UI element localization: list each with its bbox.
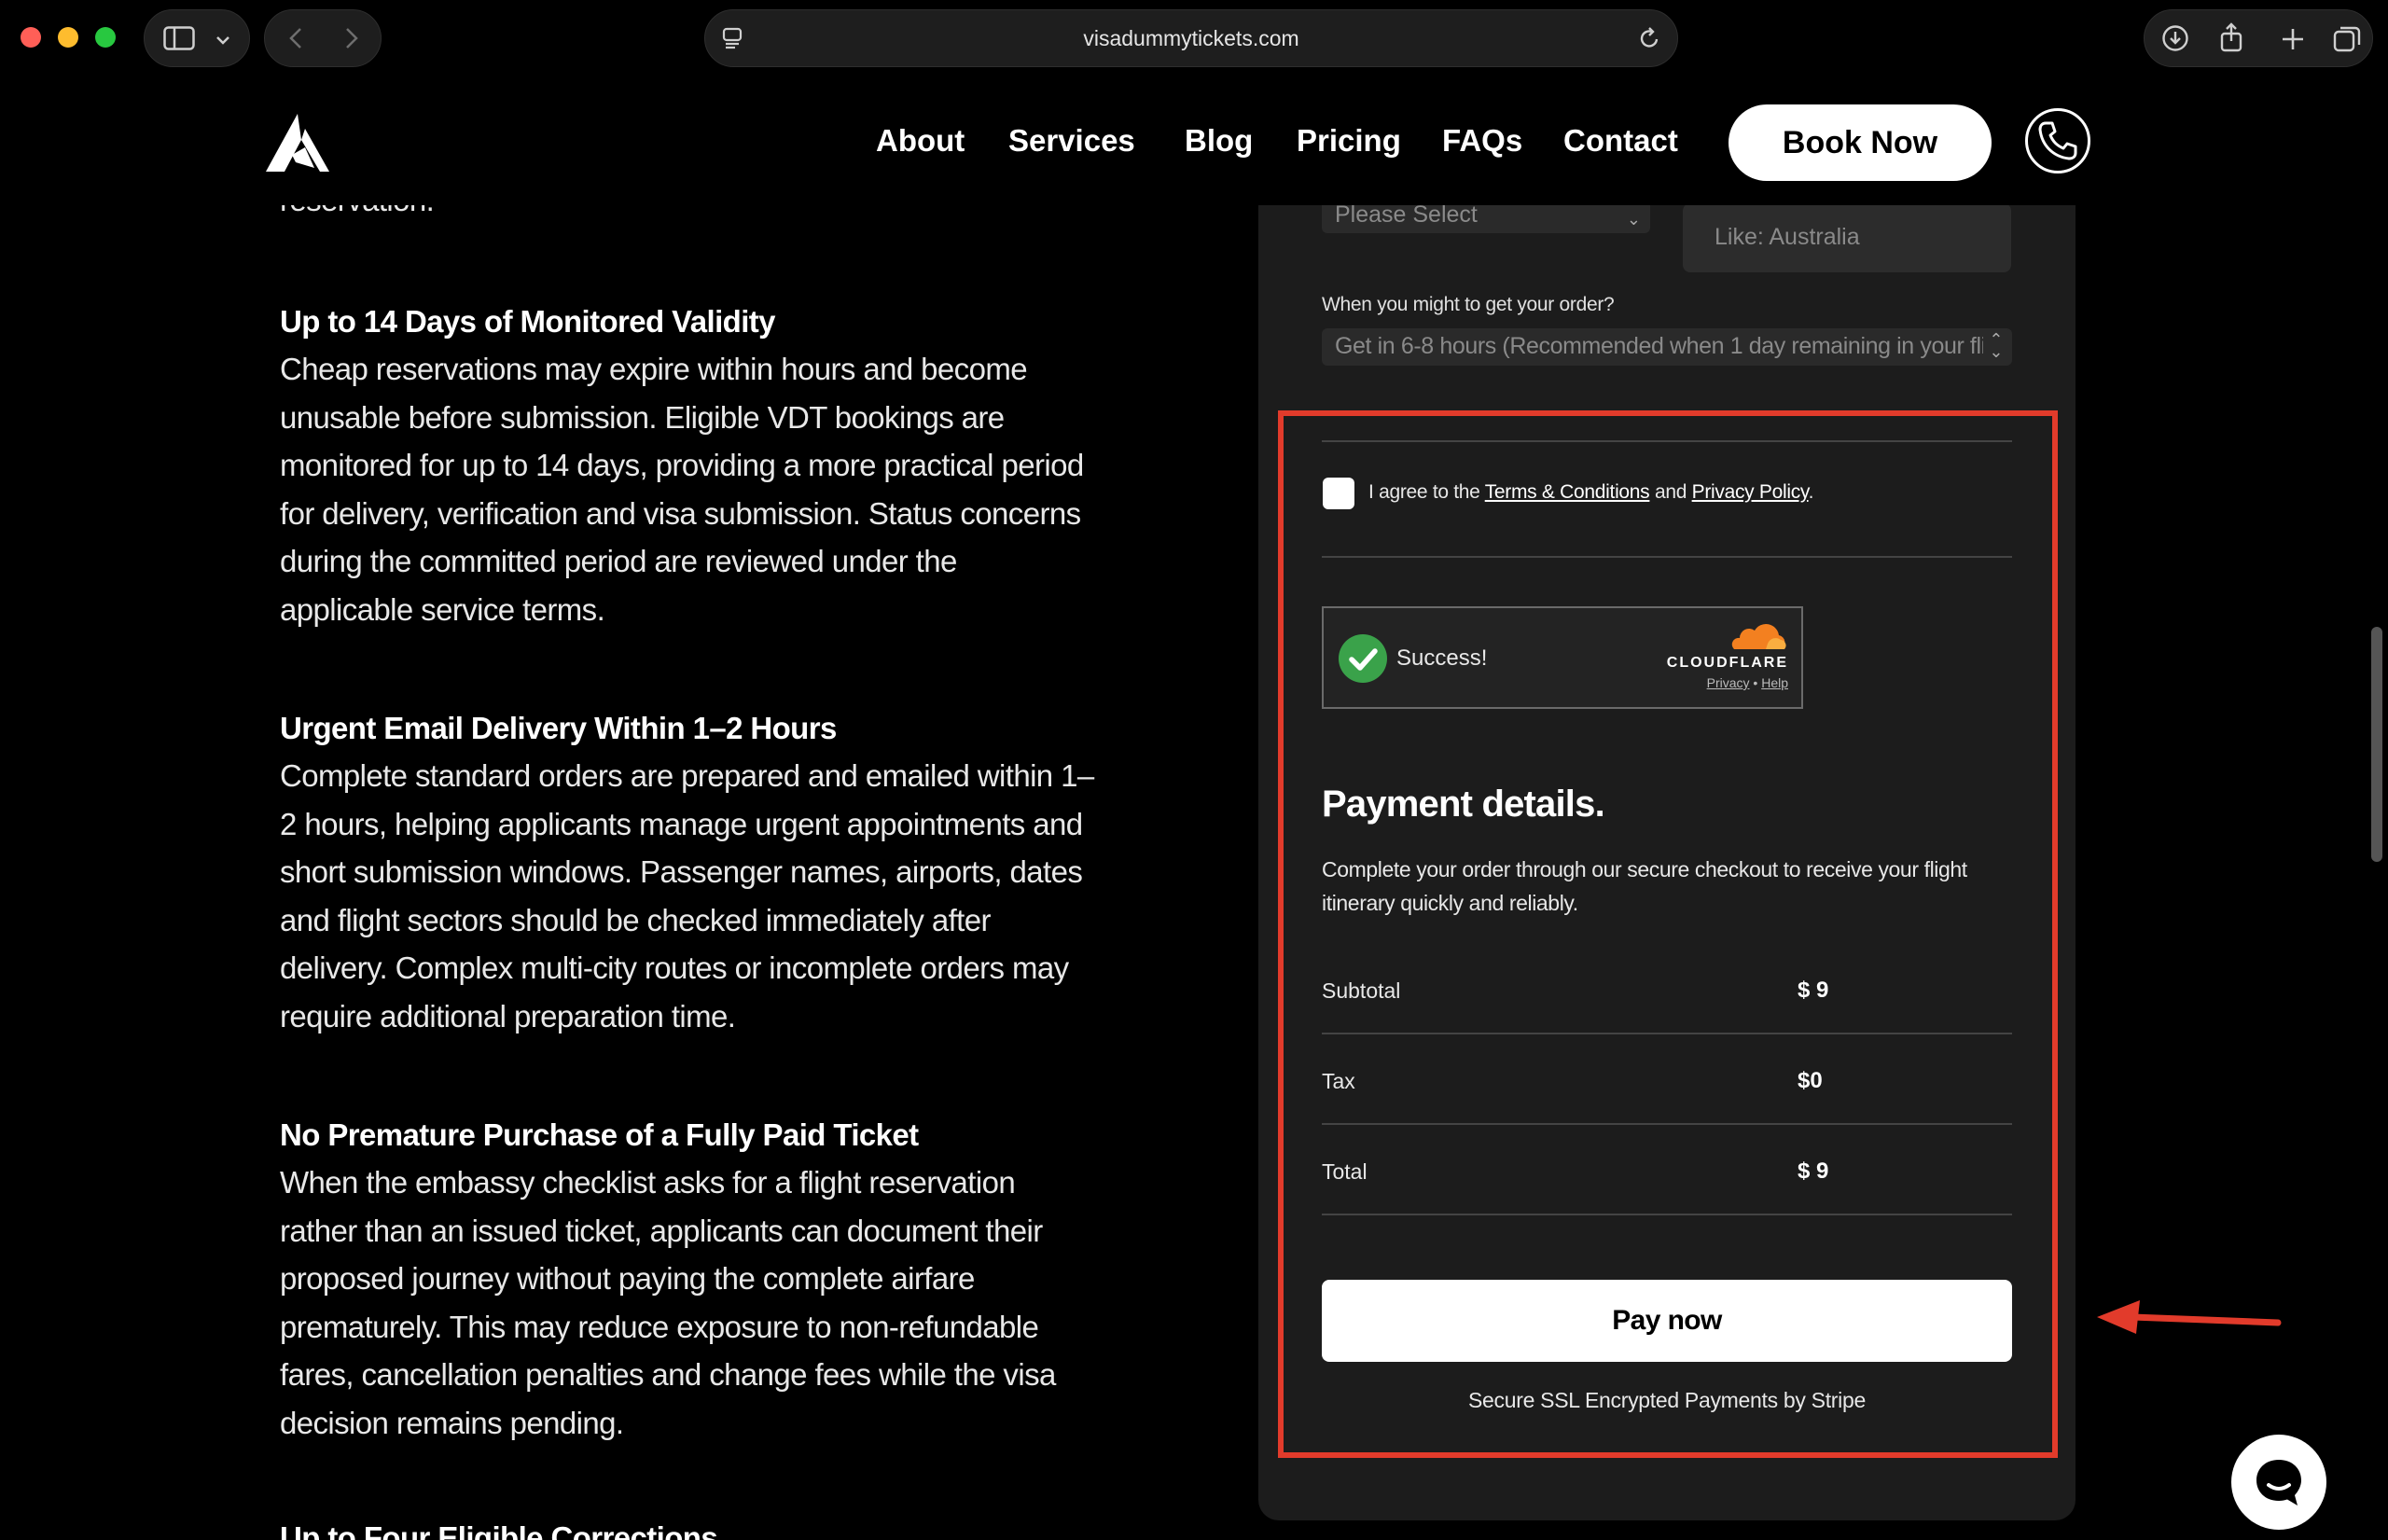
back-icon[interactable]	[289, 27, 302, 49]
browser-toolbar: visadummytickets.com	[0, 0, 2388, 76]
text-line: 2 hours, helping applicants manage urgen…	[280, 806, 1083, 841]
captcha-help-link[interactable]: Help	[1761, 675, 1788, 690]
tax-value: $0	[1798, 1068, 1823, 1093]
chat-bubble-icon	[2256, 1460, 2301, 1505]
toolbar-actions	[2144, 9, 2373, 67]
payment-description: Complete your order through our secure c…	[1322, 853, 2012, 920]
section-body-no-purchase: When the embassy checklist asks for a fl…	[280, 1158, 1110, 1447]
divider	[1322, 1033, 2012, 1034]
minimize-window-button[interactable]	[58, 27, 78, 48]
download-icon[interactable]	[2161, 24, 2189, 52]
nav-faqs[interactable]: FAQs	[1442, 123, 1522, 159]
divider	[1322, 1123, 2012, 1125]
text-line: and flight sectors should be checked imm…	[280, 902, 991, 937]
cloudflare-logo-text: CLOUDFLARE	[1666, 655, 1788, 671]
text-line: during the committed period are reviewed…	[280, 544, 957, 578]
phone-icon	[2038, 121, 2077, 160]
captcha-status: Success!	[1396, 645, 1488, 671]
nav-about[interactable]: About	[876, 123, 965, 159]
chat-widget-button[interactable]	[2231, 1435, 2326, 1530]
nav-blog[interactable]: Blog	[1185, 123, 1253, 159]
cloudflare-cloud-icon	[1731, 623, 1786, 649]
address-bar[interactable]: visadummytickets.com	[704, 9, 1678, 67]
terms-agreement-text: I agree to the Terms & Conditions and Pr…	[1368, 481, 1814, 503]
section-heading-no-purchase: No Premature Purchase of a Fully Paid Ti…	[280, 1117, 919, 1152]
text-line: itinerary quickly and reliably.	[1322, 891, 1578, 915]
select-value: Please Select	[1335, 201, 1478, 228]
section-body-validity: Cheap reservations may expire within hou…	[280, 345, 1110, 633]
text-line: decision remains pending.	[280, 1405, 624, 1440]
select-chevron-icon: ⌃ ⌄	[1983, 331, 2003, 360]
text-line: proposed journey without paying the comp…	[280, 1261, 975, 1296]
site-header: About Services Blog Pricing FAQs Contact…	[0, 76, 2388, 205]
text-line: Complete standard orders are prepared an…	[280, 758, 1094, 793]
nav-contact[interactable]: Contact	[1563, 123, 1678, 159]
close-window-button[interactable]	[21, 27, 41, 48]
and-text: and	[1654, 481, 1687, 503]
nav-pricing[interactable]: Pricing	[1297, 123, 1401, 159]
text-line: unusable before submission. Eligible VDT…	[280, 399, 1005, 435]
captcha-privacy-link[interactable]: Privacy	[1707, 675, 1750, 690]
text-line: require additional preparation time.	[280, 998, 736, 1034]
total-value: $ 9	[1798, 1158, 1829, 1184]
reload-icon[interactable]	[1638, 26, 1660, 50]
text-line: rather than an issued ticket, applicants…	[280, 1213, 1043, 1248]
subtotal-label: Subtotal	[1322, 978, 1401, 1003]
text-line: fares, cancellation penalties and change…	[280, 1357, 1056, 1392]
url-text: visadummytickets.com	[1083, 26, 1299, 50]
divider	[1322, 556, 2012, 558]
section-heading-delivery: Urgent Email Delivery Within 1–2 Hours	[280, 711, 837, 745]
captcha-links: Privacy • Help	[1707, 675, 1788, 690]
section-heading-corrections: Up to Four Eligible Corrections	[280, 1520, 718, 1540]
section-body-delivery: Complete standard orders are prepared an…	[280, 752, 1110, 1040]
country-input[interactable]: Like: Australia	[1683, 203, 2011, 272]
subtotal-value: $ 9	[1798, 978, 1829, 1003]
site-logo-icon[interactable]	[264, 112, 331, 173]
book-now-button[interactable]: Book Now	[1729, 104, 1992, 181]
select-value: Get in 6-8 hours (Recommended when 1 day…	[1335, 333, 1999, 359]
new-tab-icon[interactable]	[2281, 27, 2305, 51]
forward-icon[interactable]	[345, 27, 358, 49]
delivery-time-label: When you might to get your order?	[1322, 294, 1615, 315]
privacy-link[interactable]: Privacy Policy	[1692, 481, 1809, 503]
secure-payment-note: Secure SSL Encrypted Payments by Stripe	[1468, 1388, 1866, 1412]
link-separator: •	[1753, 675, 1758, 690]
total-label: Total	[1322, 1159, 1368, 1184]
input-placeholder: Like: Australia	[1715, 224, 1860, 250]
text-line: delivery. Complex multi-city routes or i…	[280, 950, 1069, 985]
nav-services[interactable]: Services	[1008, 123, 1135, 159]
agree-prefix: I agree to the	[1368, 481, 1480, 503]
text-line: for delivery, verification and visa subm…	[280, 495, 1081, 531]
delivery-time-select[interactable]: Get in 6-8 hours (Recommended when 1 day…	[1322, 328, 2012, 366]
text-line: Cheap reservations may expire within hou…	[280, 352, 1028, 386]
sidebar-toggle-button[interactable]	[144, 9, 250, 67]
payment-title: Payment details.	[1322, 784, 1605, 825]
text-line: monitored for up to 14 days, providing a…	[280, 448, 1084, 482]
history-navigation	[264, 9, 382, 67]
page-scrollbar[interactable]	[2371, 627, 2382, 862]
section-heading-validity: Up to 14 Days of Monitored Validity	[280, 304, 776, 339]
text-line: When the embassy checklist asks for a fl…	[280, 1165, 1016, 1200]
success-check-icon	[1339, 634, 1387, 683]
chevron-down-icon	[216, 36, 229, 45]
text-line: prematurely. This may reduce exposure to…	[280, 1309, 1039, 1344]
tax-label: Tax	[1322, 1069, 1355, 1093]
terms-checkbox[interactable]	[1323, 478, 1354, 509]
text-line: short submission windows. Passenger name…	[280, 854, 1083, 889]
terms-link[interactable]: Terms & Conditions	[1485, 481, 1650, 503]
divider	[1322, 1214, 2012, 1215]
share-icon[interactable]	[2219, 22, 2243, 52]
tab-overview-icon[interactable]	[2333, 24, 2361, 52]
cloudflare-captcha[interactable]: Success! CLOUDFLARE Privacy • Help	[1322, 606, 1803, 709]
zoom-window-button[interactable]	[95, 27, 116, 48]
phone-button[interactable]	[2025, 108, 2090, 173]
pay-now-button[interactable]: Pay now	[1322, 1280, 2012, 1362]
text-line: Complete your order through our secure c…	[1322, 857, 1967, 881]
sidebar-icon	[163, 26, 195, 50]
text-line: applicable service terms.	[280, 591, 605, 627]
divider	[1322, 440, 2012, 442]
annotation-arrow-icon	[2097, 1300, 2282, 1334]
